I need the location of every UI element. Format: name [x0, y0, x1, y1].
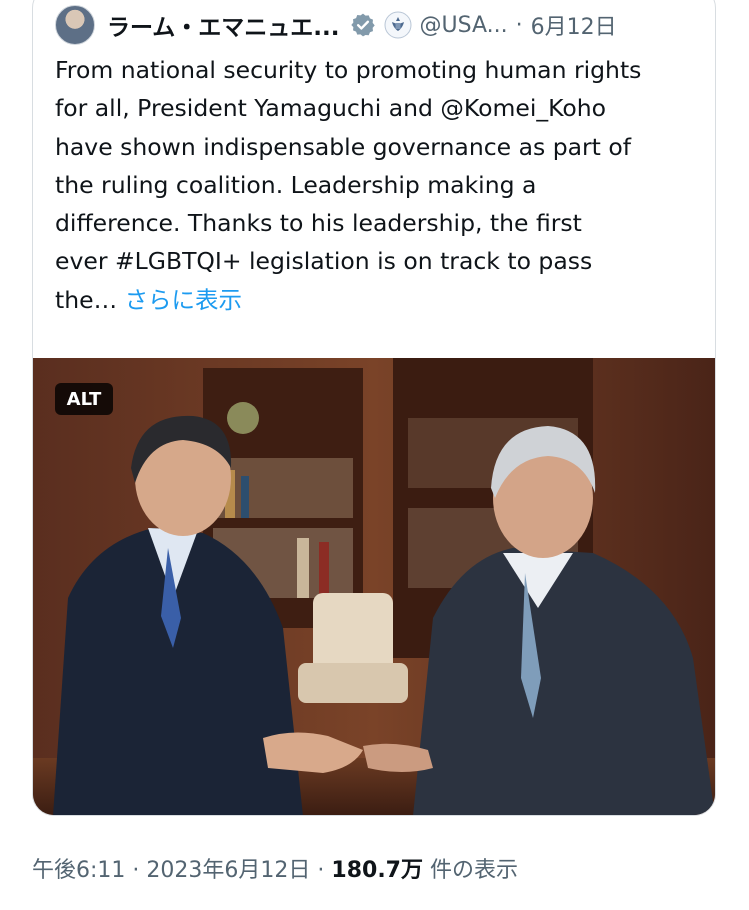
tweet-header: ラーム・エマニュエ... @USA... · 6月12日 [55, 3, 705, 47]
tweet-meta: 午後6:11 · 2023年6月12日 · 180.7万 件の表示 [32, 852, 518, 884]
separator-dot: · [515, 12, 523, 38]
tweet-text-line-last: the… さらに表示 [55, 281, 705, 319]
tweet-card[interactable]: ラーム・エマニュエ... @USA... · 6月12日 From nation… [32, 0, 716, 816]
tweet-text-line: ever #LGBTQI+ legislation is on track to… [55, 247, 593, 276]
tweet-date[interactable]: 6月12日 [531, 9, 617, 41]
view-count[interactable]: 180.7万 [331, 858, 423, 883]
tweet-text-line: the ruling coalition. Leadership making … [55, 170, 537, 199]
tweet-text-line: have shown indispensable governance as p… [55, 132, 632, 161]
meta-separator: · [317, 858, 325, 883]
avatar[interactable] [55, 5, 95, 45]
photo-illustration [33, 358, 715, 815]
tweet-text-line: From national security to promoting huma… [55, 56, 642, 84]
tweet-text: From national security to promoting huma… [55, 51, 705, 319]
tweet-full-date[interactable]: 2023年6月12日 [146, 858, 310, 883]
truncated-text: the… [55, 285, 118, 314]
tweet-text-line: difference. Thanks to his leadership, th… [55, 209, 582, 238]
tweet-photo[interactable] [33, 358, 715, 815]
tweet-text-line: for all, President Yamaguchi and @Komei_… [55, 94, 607, 123]
verified-badge-icon [350, 13, 375, 37]
tweet-time[interactable]: 午後6:11 [32, 858, 125, 883]
government-seal-icon [384, 11, 412, 39]
show-more-link[interactable]: さらに表示 [125, 286, 243, 314]
alt-badge[interactable]: ALT [55, 383, 113, 415]
view-label: 件の表示 [429, 858, 518, 883]
meta-separator: · [132, 858, 140, 883]
author-handle[interactable]: @USA... [420, 13, 508, 38]
author-name[interactable]: ラーム・エマニュエ... [107, 8, 340, 42]
